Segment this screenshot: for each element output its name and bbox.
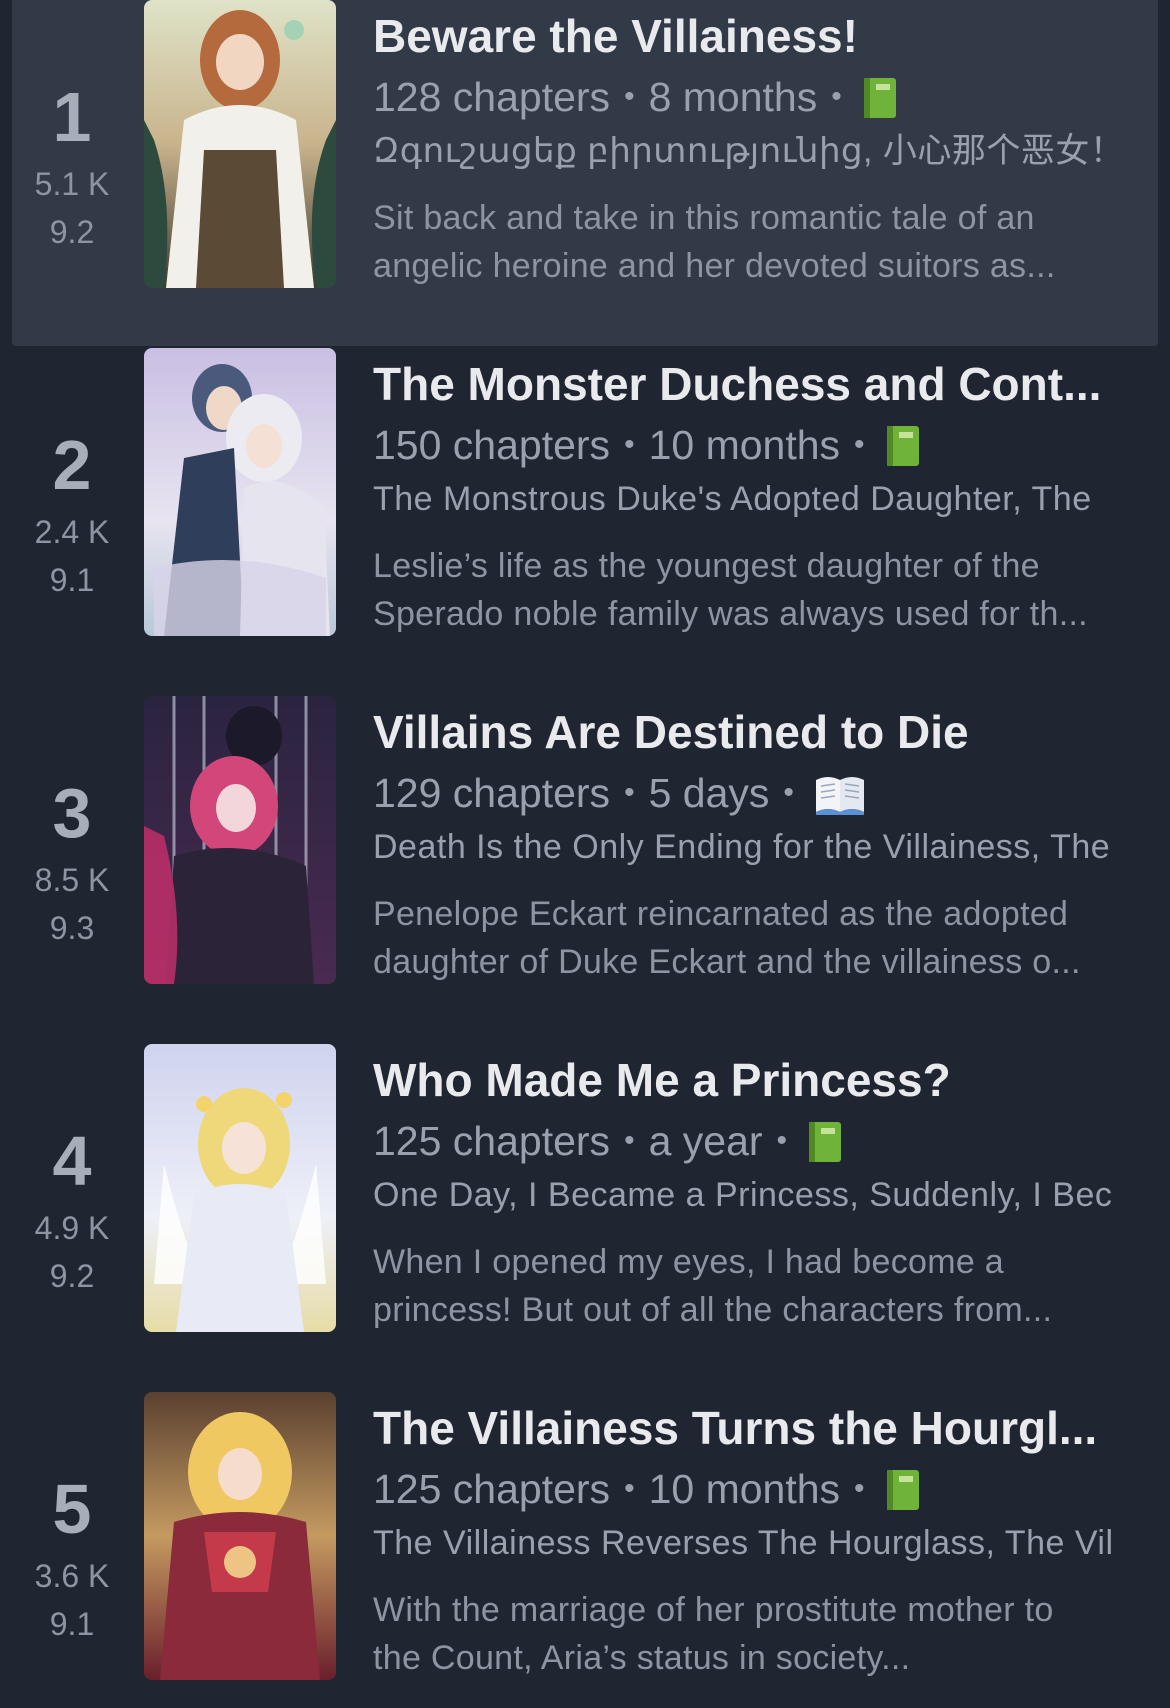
rank-column: 1 5.1 K 9.2 — [12, 82, 132, 256]
rank-column: 4 4.9 K 9.2 — [12, 1126, 132, 1300]
alt-titles: The Monstrous Duke's Adopted Daughter, T… — [373, 480, 1092, 518]
rank-number: 2 — [52, 426, 92, 504]
last-updated: 8 months — [648, 74, 818, 120]
chapter-count: 129 chapters — [373, 770, 611, 816]
green-book-icon — [885, 1467, 921, 1511]
rating: 9.2 — [49, 214, 95, 250]
alt-titles: Զգուշացեք բիրտությունից, 小心那个恶女！ — [373, 132, 1125, 170]
chapter-count: 125 chapters — [373, 1118, 611, 1164]
green-book-icon — [885, 423, 921, 467]
item-info: The Villainess Turns the Hourgl... 125 c… — [373, 1398, 1170, 1682]
rating: 9.1 — [49, 1606, 95, 1642]
view-count: 3.6 K — [34, 1558, 110, 1594]
item-title[interactable]: The Villainess Turns the Hourgl... — [373, 1398, 1148, 1458]
item-title[interactable]: Who Made Me a Princess? — [373, 1050, 1148, 1110]
open-book-icon — [814, 771, 866, 815]
alt-titles: The Villainess Reverses The Hourglass, T… — [373, 1524, 1114, 1562]
cover-image[interactable] — [144, 0, 336, 288]
list-item[interactable]: 3 8.5 K 9.3 Villains Are Destined to Die… — [0, 696, 1170, 1044]
view-count: 8.5 K — [34, 862, 110, 898]
list-item[interactable]: 5 3.6 K 9.1 The Villainess Turns the Hou… — [0, 1392, 1170, 1708]
chapter-count: 150 chapters — [373, 422, 611, 468]
item-info: Villains Are Destined to Die 129 chapter… — [373, 702, 1170, 986]
view-count: 2.4 K — [34, 514, 110, 550]
last-updated: 5 days — [648, 770, 770, 816]
rating: 9.2 — [49, 1258, 95, 1294]
list-item[interactable]: 1 5.1 K 9.2 Beware the Villainess! 128 c… — [0, 0, 1170, 348]
chapter-count: 128 chapters — [373, 74, 611, 120]
item-info: Who Made Me a Princess? 125 chapters • a… — [373, 1050, 1170, 1334]
item-info: The Monster Duchess and Cont... 150 chap… — [373, 354, 1170, 638]
list-item[interactable]: 4 4.9 K 9.2 Who Made Me a Princess? 125 … — [0, 1044, 1170, 1392]
list-item[interactable]: 2 2.4 K 9.1 The Monster Duchess and Cont… — [0, 348, 1170, 696]
last-updated: a year — [648, 1118, 763, 1164]
alt-titles: Death Is the Only Ending for the Villain… — [373, 828, 1111, 866]
item-title[interactable]: The Monster Duchess and Cont... — [373, 354, 1148, 414]
item-description: Leslie’s life as the youngest daughter o… — [373, 547, 1088, 633]
cover-image[interactable] — [144, 1392, 336, 1680]
cover-image[interactable] — [144, 348, 336, 636]
rank-number: 1 — [52, 78, 92, 156]
rating: 9.3 — [49, 910, 95, 946]
ranking-list: 1 5.1 K 9.2 Beware the Villainess! 128 c… — [0, 0, 1170, 1708]
rank-column: 3 8.5 K 9.3 — [12, 778, 132, 952]
item-title[interactable]: Beware the Villainess! — [373, 6, 1148, 66]
item-description: Sit back and take in this romantic tale … — [373, 199, 1056, 285]
chapter-count: 125 chapters — [373, 1466, 611, 1512]
item-meta: 129 chapters • 5 days • — [373, 762, 1170, 824]
cover-image[interactable] — [144, 1044, 336, 1332]
rank-column: 2 2.4 K 9.1 — [12, 430, 132, 604]
item-meta: 128 chapters • 8 months • — [373, 66, 1170, 128]
last-updated: 10 months — [648, 1466, 841, 1512]
last-updated: 10 months — [648, 422, 841, 468]
rank-number: 3 — [52, 774, 92, 852]
green-book-icon — [862, 75, 898, 119]
green-book-icon — [807, 1119, 843, 1163]
item-meta: 125 chapters • 10 months • — [373, 1458, 1170, 1520]
alt-titles: One Day, I Became a Princess, Suddenly, … — [373, 1176, 1113, 1214]
item-description: With the marriage of her prostitute moth… — [373, 1591, 1054, 1677]
item-title[interactable]: Villains Are Destined to Die — [373, 702, 1148, 762]
item-description: Penelope Eckart reincarnated as the adop… — [373, 895, 1081, 981]
item-meta: 150 chapters • 10 months • — [373, 414, 1170, 476]
item-info: Beware the Villainess! 128 chapters • 8 … — [373, 6, 1170, 290]
rank-number: 5 — [52, 1470, 92, 1548]
view-count: 4.9 K — [34, 1210, 110, 1246]
rank-column: 5 3.6 K 9.1 — [12, 1474, 132, 1648]
item-meta: 125 chapters • a year • — [373, 1110, 1170, 1172]
item-description: When I opened my eyes, I had become a pr… — [373, 1243, 1053, 1329]
cover-image[interactable] — [144, 696, 336, 984]
view-count: 5.1 K — [34, 166, 110, 202]
rating: 9.1 — [49, 562, 95, 598]
rank-number: 4 — [52, 1122, 92, 1200]
